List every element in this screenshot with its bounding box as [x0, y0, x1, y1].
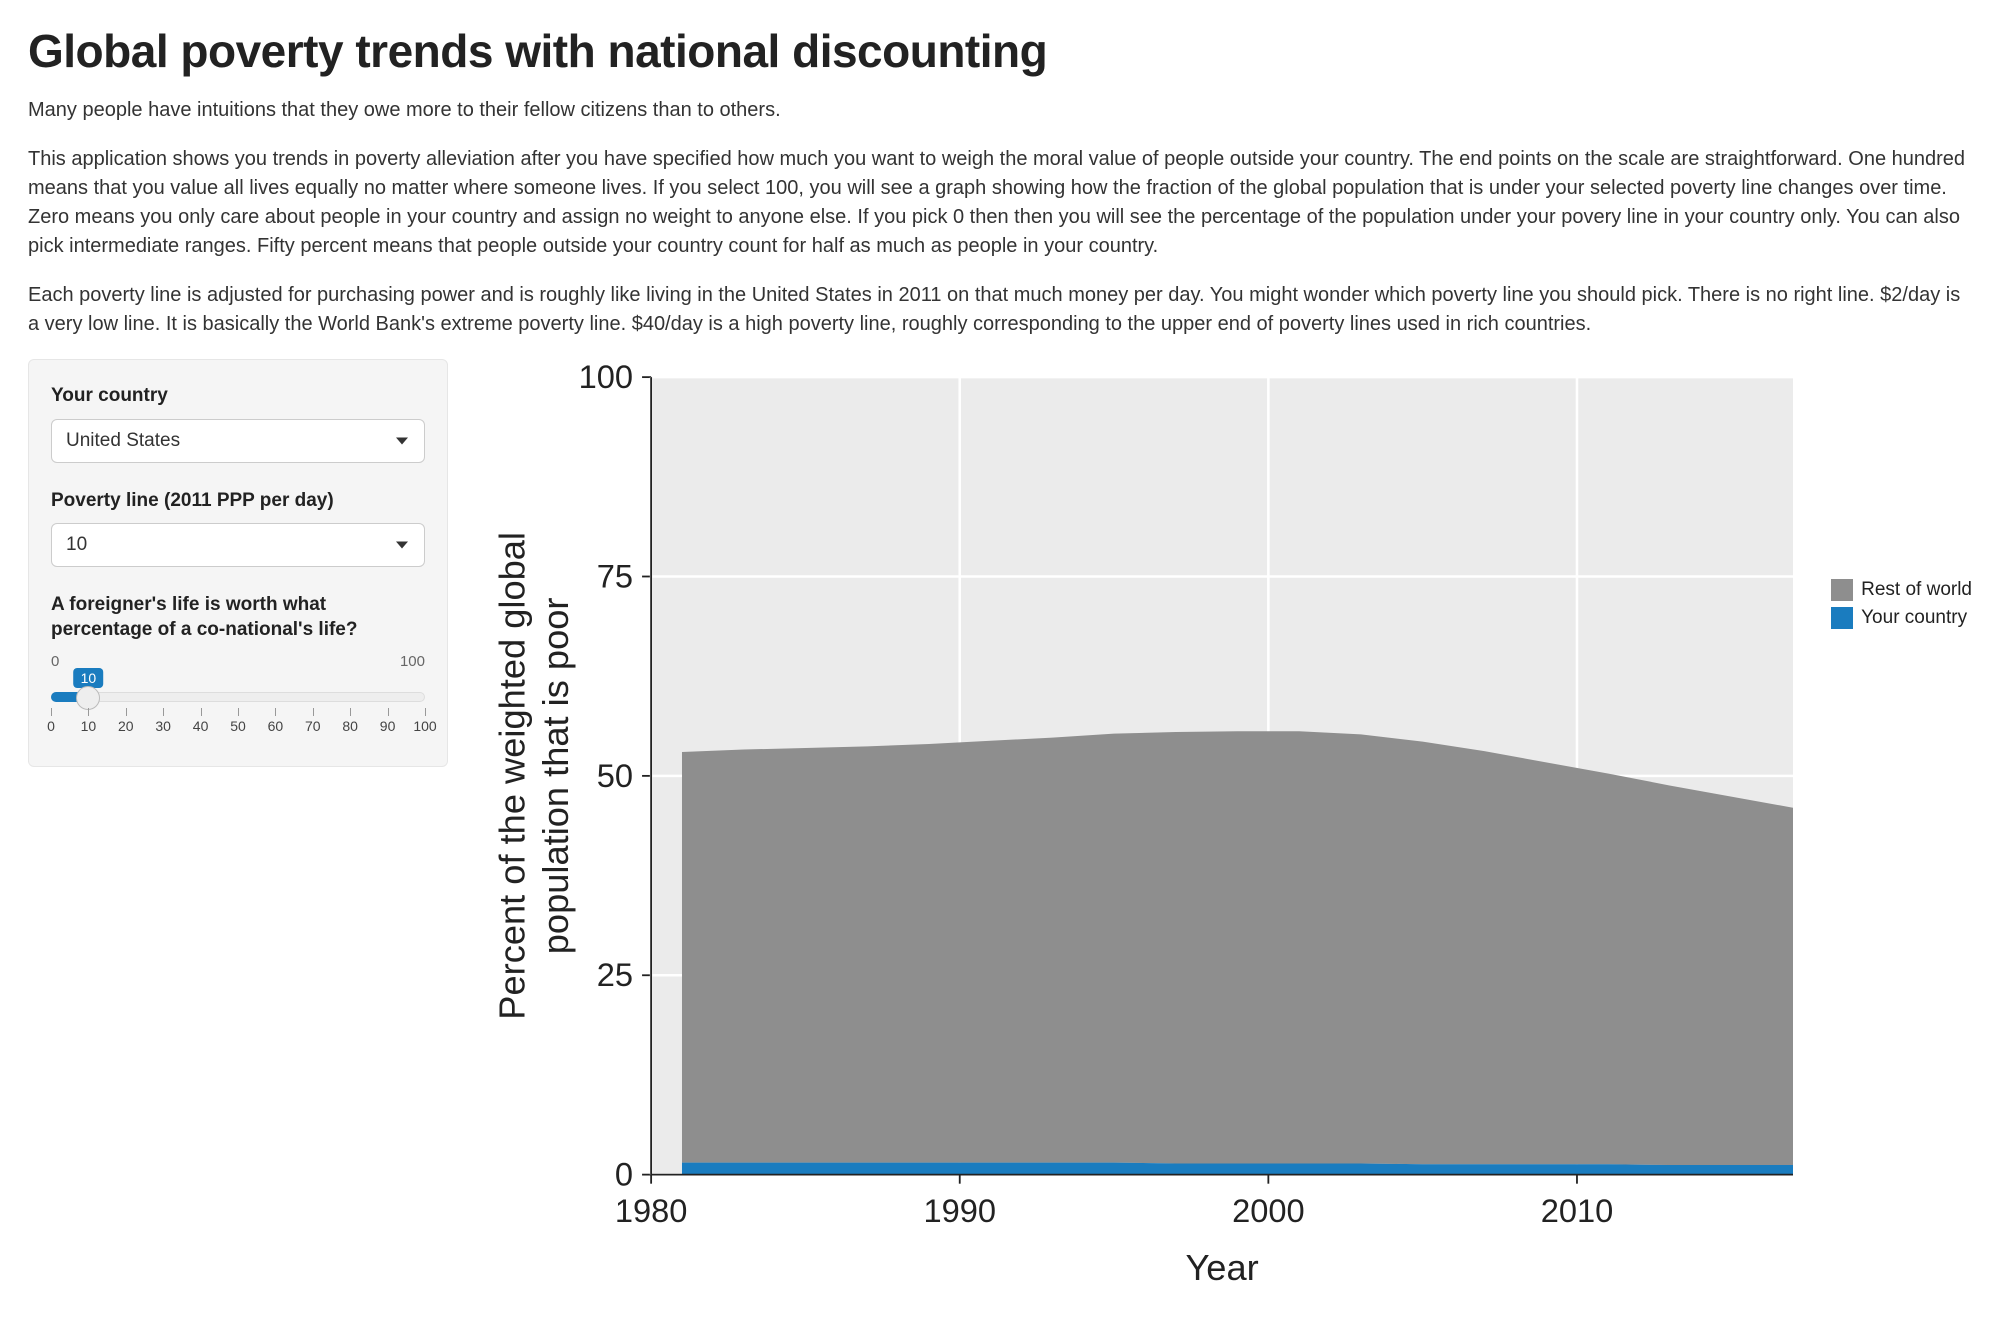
slider-value-bubble: 10 [74, 668, 104, 688]
legend-item-yourcountry: Your country [1831, 607, 1972, 629]
x-tick-label: 1980 [615, 1192, 688, 1229]
slider-tick [425, 708, 426, 716]
legend-label-rest: Rest of world [1861, 579, 1972, 601]
slider-min-label: 0 [51, 653, 59, 670]
intro-paragraph-2: This application shows you trends in pov… [28, 145, 1972, 261]
slider-tick [275, 708, 276, 716]
chart-legend: Rest of world Your country [1831, 579, 1972, 635]
caret-down-icon [396, 437, 408, 444]
legend-label-yourcountry: Your country [1861, 607, 1967, 629]
slider-tick-label: 100 [413, 718, 436, 734]
slider-tick-label: 0 [47, 718, 55, 734]
slider-tick-label: 10 [81, 718, 97, 734]
slider-max-label: 100 [400, 653, 425, 670]
intro-paragraph-1: Many people have intuitions that they ow… [28, 96, 1972, 125]
slider-tick [88, 708, 89, 716]
legend-item-rest: Rest of world [1831, 579, 1972, 601]
legend-swatch-yourcountry [1831, 607, 1853, 629]
y-tick-label: 100 [579, 359, 633, 395]
x-tick-label: 2010 [1541, 1192, 1614, 1229]
y-tick-label: 0 [615, 1156, 633, 1193]
weight-slider[interactable]: 10 [51, 672, 425, 702]
slider-tick [313, 708, 314, 716]
slider-handle[interactable] [76, 686, 100, 710]
poverty-line-select[interactable]: 10 [51, 523, 425, 567]
slider-tick-label: 40 [193, 718, 209, 734]
slider-tick [163, 708, 164, 716]
caret-down-icon [396, 542, 408, 549]
slider-track [51, 692, 425, 702]
slider-tick-label: 60 [268, 718, 284, 734]
y-tick-label: 25 [597, 956, 633, 993]
country-select-value: United States [66, 430, 180, 452]
slider-tick [126, 708, 127, 716]
country-label: Your country [51, 384, 425, 409]
slider-tick [51, 708, 52, 716]
slider-tick [388, 708, 389, 716]
y-axis-label: Percent of the weighted globalpopulation… [491, 532, 576, 1020]
slider-tick-label: 90 [380, 718, 396, 734]
slider-tick-label: 30 [155, 718, 171, 734]
weight-slider-label: A foreigner's life is worth what percent… [51, 593, 425, 642]
chart: 0 25 50 75 100 1980 1990 2000 2010 Year Percent of… [488, 359, 1811, 1307]
slider-tick-label: 70 [305, 718, 321, 734]
slider-tick-label: 80 [342, 718, 358, 734]
slider-tick [350, 708, 351, 716]
intro-paragraph-3: Each poverty line is adjusted for purcha… [28, 281, 1972, 339]
x-axis-label: Year [1185, 1247, 1258, 1288]
x-tick-label: 2000 [1232, 1192, 1305, 1229]
country-select[interactable]: United States [51, 419, 425, 463]
slider-ticks: 0102030405060708090100 [51, 708, 425, 738]
area-rest-of-world [682, 731, 1793, 1165]
x-tick-label: 1990 [923, 1192, 996, 1229]
poverty-line-label: Poverty line (2011 PPP per day) [51, 489, 425, 514]
slider-tick-label: 20 [118, 718, 134, 734]
y-tick-label: 75 [597, 557, 633, 594]
controls-panel: Your country United States Poverty line … [28, 359, 448, 767]
legend-swatch-rest [1831, 579, 1853, 601]
slider-tick [238, 708, 239, 716]
page-title: Global poverty trends with national disc… [28, 24, 1972, 78]
slider-tick-label: 50 [230, 718, 246, 734]
poverty-line-select-value: 10 [66, 534, 87, 556]
y-tick-label: 50 [597, 757, 633, 794]
slider-tick [201, 708, 202, 716]
